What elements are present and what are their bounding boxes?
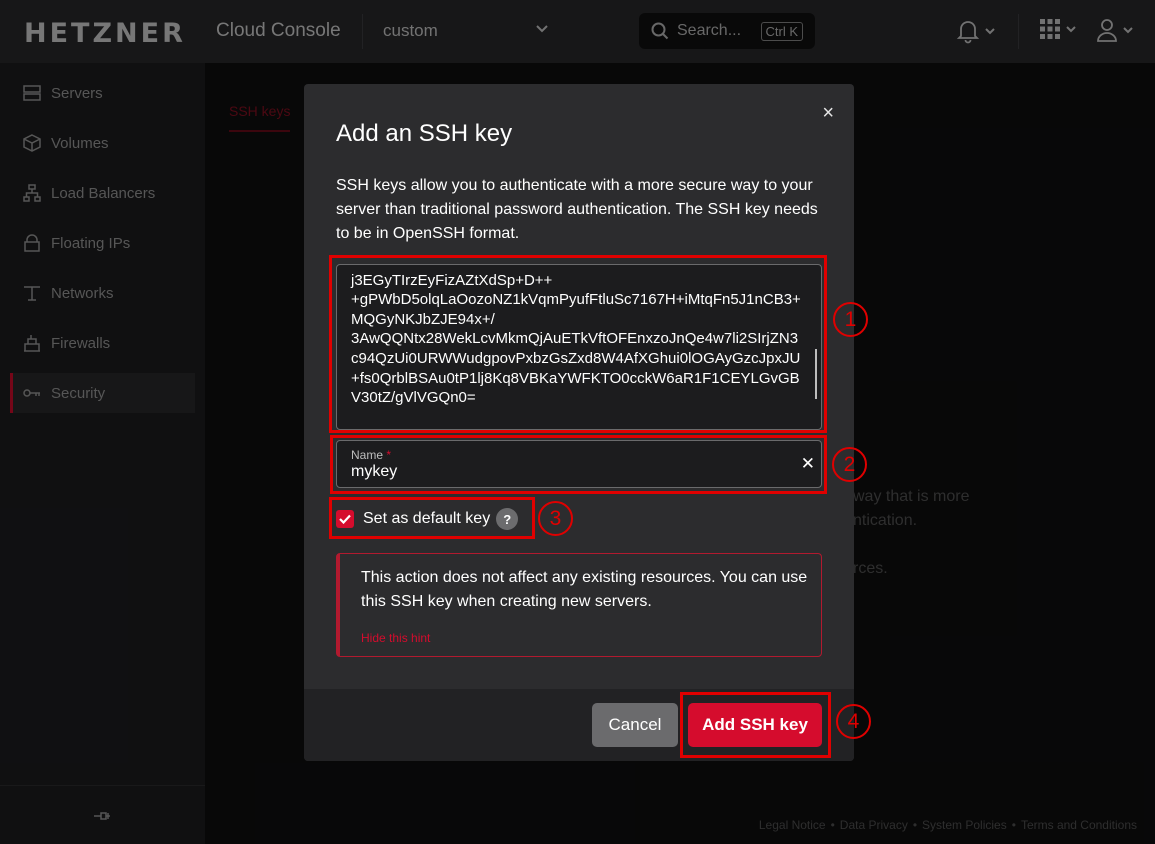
highlight-box-key bbox=[329, 255, 827, 433]
annotation-number: 3 bbox=[538, 501, 573, 536]
annotation-number: 4 bbox=[836, 704, 871, 739]
dialog-description: SSH keys allow you to authenticate with … bbox=[336, 177, 818, 242]
highlight-box-default bbox=[329, 497, 535, 539]
annotation-number: 2 bbox=[832, 447, 867, 482]
annotation-number: 1 bbox=[833, 302, 868, 337]
highlight-box-add bbox=[680, 692, 831, 758]
close-icon[interactable]: × bbox=[822, 102, 834, 125]
highlight-box-name bbox=[330, 435, 827, 494]
hide-hint-link[interactable]: Hide this hint bbox=[361, 631, 430, 645]
hint-box: This action does not affect any existing… bbox=[336, 553, 822, 657]
cancel-button[interactable]: Cancel bbox=[592, 703, 678, 747]
dialog-title: Add an SSH key bbox=[336, 120, 513, 147]
hint-text: This action does not affect any existing… bbox=[361, 569, 808, 610]
